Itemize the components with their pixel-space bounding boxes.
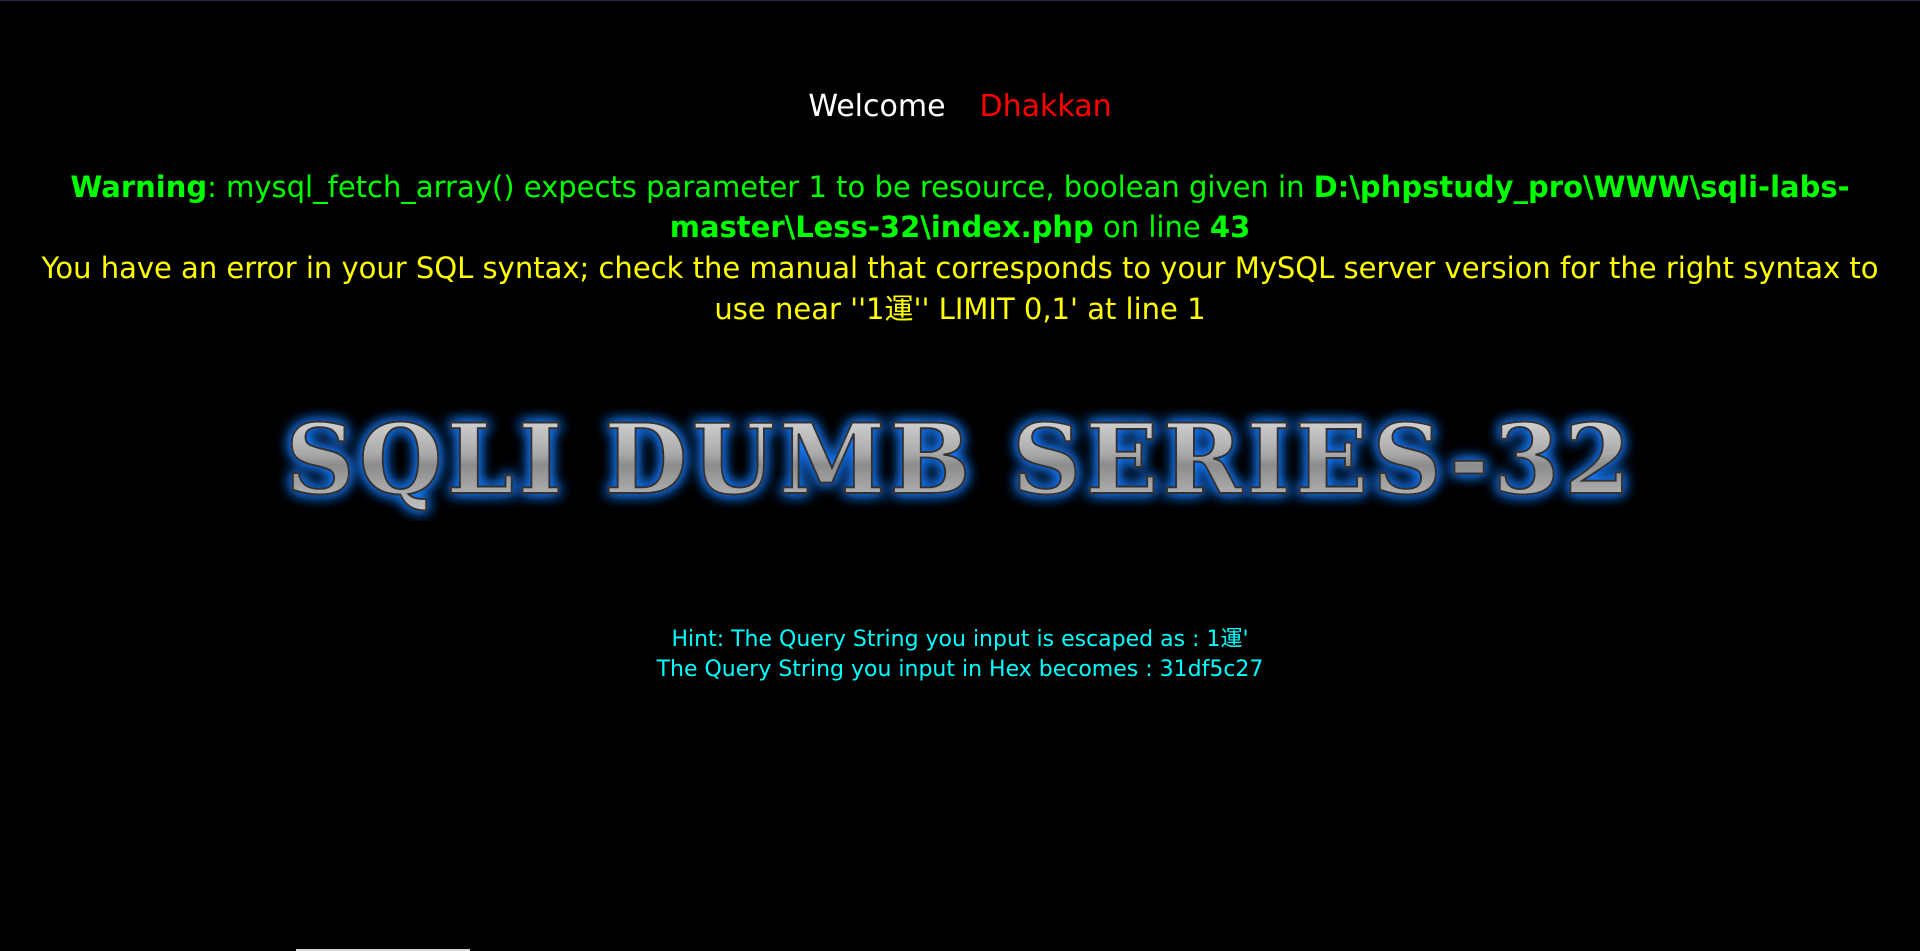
warning-on-line: on line <box>1093 210 1210 244</box>
banner-title: SQLI DUMB SERIES-32 <box>285 403 1634 516</box>
warning-label: Warning <box>70 170 208 204</box>
warning-message: : mysql_fetch_array() expects parameter … <box>207 170 1314 204</box>
warning-line-number: 43 <box>1209 210 1251 244</box>
sql-error-message: You have an error in your SQL syntax; ch… <box>41 251 1879 326</box>
welcome-label: Welcome <box>808 89 946 124</box>
title-banner-image: SQLI DUMB SERIES-32 <box>284 402 1634 517</box>
welcome-username: Dhakkan <box>979 89 1112 124</box>
hint-hex-line: The Query String you input in Hex become… <box>656 657 1264 682</box>
welcome-line: Welcome Dhakkan <box>0 87 1920 127</box>
hint-escaped-line: Hint: The Query String you input is esca… <box>671 627 1249 652</box>
hint-block: Hint: The Query String you input is esca… <box>0 625 1920 685</box>
php-warning: Warning: mysql_fetch_array() expects par… <box>40 167 1880 247</box>
